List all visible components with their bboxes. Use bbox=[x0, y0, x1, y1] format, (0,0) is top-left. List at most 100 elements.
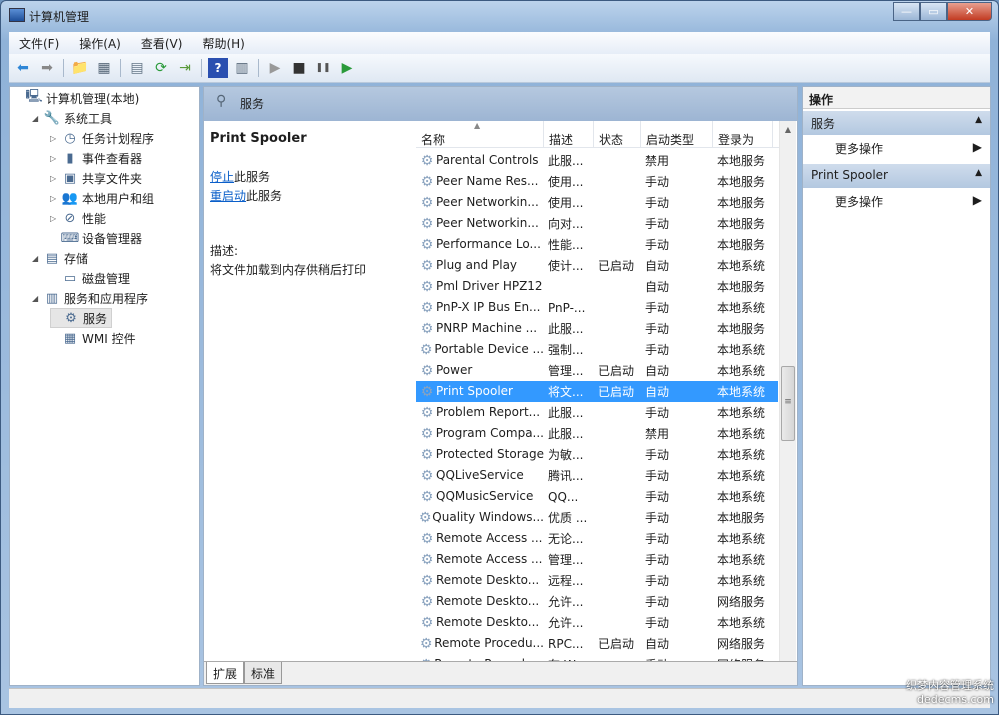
stop-icon[interactable]: ■ bbox=[289, 58, 309, 78]
show-tree-icon[interactable]: ▦ bbox=[94, 58, 114, 78]
service-row[interactable]: ⚙ Parental Controls 此服... 禁用 本地服务 bbox=[416, 150, 778, 171]
collapse-icon[interactable]: ▲ bbox=[975, 168, 982, 184]
service-row[interactable]: ⚙ Remote Access ... 无论... 手动 本地系统 bbox=[416, 528, 778, 549]
scrollbar-thumb[interactable]: ≡ bbox=[781, 366, 795, 441]
action-pane-icon[interactable]: ▥ bbox=[232, 58, 252, 78]
service-row[interactable]: ⚙ PNRP Machine ... 此服... 手动 本地服务 bbox=[416, 318, 778, 339]
service-row[interactable]: ⚙ Protected Storage 为敏... 手动 本地系统 bbox=[416, 444, 778, 465]
more-actions-print-spooler[interactable]: 更多操作 ▶ bbox=[803, 188, 990, 215]
service-row[interactable]: ⚙ Portable Device ... 强制... 手动 本地系统 bbox=[416, 339, 778, 360]
expand-toggle-icon[interactable]: ▷ bbox=[50, 174, 62, 183]
column-name[interactable]: 名称 ▲ bbox=[416, 121, 544, 147]
service-row[interactable]: ⚙ Program Compa... 此服... 禁用 本地系统 bbox=[416, 423, 778, 444]
column-startup-type[interactable]: 启动类型 bbox=[641, 121, 713, 147]
resume-icon[interactable]: ▶ bbox=[337, 58, 357, 78]
expand-toggle-icon[interactable]: ◢ bbox=[32, 254, 44, 263]
service-row[interactable]: ⚙ Peer Name Res... 使用... 手动 本地服务 bbox=[416, 171, 778, 192]
more-actions-services[interactable]: 更多操作 ▶ bbox=[803, 135, 990, 162]
forward-icon[interactable]: ➡ bbox=[37, 58, 57, 78]
tree-item[interactable]: ◢ ▤ 存储 bbox=[32, 248, 88, 268]
service-row[interactable]: ⚙ Power 管理... 已启动 自动 本地系统 bbox=[416, 360, 778, 381]
toolbar-separator bbox=[258, 59, 259, 77]
watermark: 织梦内容管理系统 dedecms.com bbox=[906, 679, 994, 707]
tree-item[interactable]: ▷ ⊘ 性能 bbox=[50, 208, 106, 228]
tree-item[interactable]: ▷ ▣ 共享文件夹 bbox=[50, 168, 142, 188]
service-row[interactable]: ⚙ Remote Deskto... 远程... 手动 本地系统 bbox=[416, 570, 778, 591]
tree-item[interactable]: ▭ 磁盘管理 bbox=[50, 268, 130, 288]
export-icon[interactable]: ⇥ bbox=[175, 58, 195, 78]
collapse-icon[interactable]: ▲ bbox=[975, 115, 982, 131]
service-row[interactable]: ⚙ Peer Networkin... 向对... 手动 本地服务 bbox=[416, 213, 778, 234]
toolbar-separator bbox=[63, 59, 64, 77]
service-row[interactable]: ⚙ QQLiveService 腾讯... 手动 本地系统 bbox=[416, 465, 778, 486]
expand-toggle-icon[interactable]: ▷ bbox=[50, 134, 62, 143]
service-row[interactable]: ⚙ Print Spooler 将文... 已启动 自动 本地系统 bbox=[416, 381, 778, 402]
services-panel: ⚲ 服务 Print Spooler 停止此服务 重启动此服务 描述: 将文件加… bbox=[203, 86, 798, 686]
service-row[interactable]: ⚙ Remote Procedu... RPC... 已启动 自动 网络服务 bbox=[416, 633, 778, 654]
restart-service-link[interactable]: 重启动 bbox=[210, 189, 246, 203]
gear-icon: ⚙ bbox=[65, 310, 77, 326]
column-logon-as[interactable]: 登录为 bbox=[713, 121, 773, 147]
navigation-tree: 🖳 计算机管理(本地) ◢ 🔧 系统工具 ▷ ◷ 任务计划程序 ▷ ▮ 事件查看器 ▷ ▣ 共享文件夹 ▷ 👥… bbox=[9, 86, 200, 686]
tree-item[interactable]: ⚙ 服务 bbox=[50, 308, 113, 328]
tab-standard[interactable]: 标准 bbox=[244, 662, 283, 684]
tree-item[interactable]: ▦ WMI 控件 bbox=[50, 328, 136, 348]
service-row[interactable]: ⚙ Peer Networkin... 使用... 手动 本地服务 bbox=[416, 192, 778, 213]
tree-item[interactable]: ⌨ 设备管理器 bbox=[50, 228, 142, 248]
up-folder-icon[interactable]: 📁 bbox=[70, 58, 90, 78]
pause-icon[interactable]: ❚❚ bbox=[313, 58, 333, 78]
service-row[interactable]: ⚙Remote Procedu...在 W...手动网络服务 bbox=[416, 654, 778, 662]
tree-item[interactable]: 🖳 计算机管理(本地) bbox=[14, 88, 139, 108]
tree-item[interactable]: ▷ 👥 本地用户和组 bbox=[50, 188, 154, 208]
vertical-scrollbar[interactable]: ▲ ≡ bbox=[779, 121, 796, 661]
startup-type-cell: 手动 bbox=[645, 448, 670, 462]
service-row[interactable]: ⚙ Plug and Play 使计... 已启动 自动 本地系统 bbox=[416, 255, 778, 276]
scroll-up-icon[interactable]: ▲ bbox=[780, 121, 796, 138]
actions-section-print-spooler[interactable]: Print Spooler ▲ bbox=[803, 164, 990, 188]
expand-toggle-icon[interactable]: ▷ bbox=[50, 154, 62, 163]
startup-type-cell: 手动 bbox=[645, 616, 670, 630]
menu-action[interactable]: 操作(A) bbox=[69, 35, 131, 52]
gear-icon: ⚙ bbox=[420, 425, 434, 442]
properties-icon[interactable]: ▤ bbox=[127, 58, 147, 78]
service-name: Parental Controls bbox=[436, 152, 539, 167]
tree-item-label: 性能 bbox=[82, 211, 107, 226]
service-row[interactable]: ⚙ Remote Deskto... 允许... 手动 本地系统 bbox=[416, 612, 778, 633]
column-description[interactable]: 描述 bbox=[544, 121, 594, 147]
close-button[interactable]: ✕ bbox=[947, 2, 992, 21]
clock-icon: ◷ bbox=[64, 130, 76, 146]
service-row[interactable]: ⚙ Pml Driver HPZ12 自动 本地服务 bbox=[416, 276, 778, 297]
stop-service-link[interactable]: 停止 bbox=[210, 170, 234, 184]
menu-view[interactable]: 查看(V) bbox=[131, 35, 193, 52]
service-row[interactable]: ⚙ Quality Windows... 优质 ... 手动 本地服务 bbox=[416, 507, 778, 528]
service-row[interactable]: ⚙ Remote Access ... 管理... 手动 本地系统 bbox=[416, 549, 778, 570]
actions-section-services[interactable]: 服务 ▲ bbox=[803, 111, 990, 135]
column-status[interactable]: 状态 bbox=[594, 121, 641, 147]
help-icon[interactable]: ? bbox=[208, 58, 228, 78]
service-row[interactable]: ⚙ PnP-X IP Bus En... PnP-... 手动 本地系统 bbox=[416, 297, 778, 318]
tree-item-label: 设备管理器 bbox=[82, 231, 143, 246]
service-row[interactable]: ⚙ Performance Lo... 性能... 手动 本地服务 bbox=[416, 234, 778, 255]
tree-item[interactable]: ◢ ▥ 服务和应用程序 bbox=[32, 288, 148, 308]
refresh-icon[interactable]: ⟳ bbox=[151, 58, 171, 78]
expand-toggle-icon[interactable]: ◢ bbox=[32, 294, 44, 303]
minimize-button[interactable]: — bbox=[893, 2, 920, 21]
tree-item[interactable]: ▷ ▮ 事件查看器 bbox=[50, 148, 142, 168]
logon-cell: 本地服务 bbox=[717, 280, 766, 294]
tab-extended[interactable]: 扩展 bbox=[206, 662, 245, 684]
gear-icon: ⚙ bbox=[419, 341, 433, 358]
expand-toggle-icon[interactable]: ▷ bbox=[50, 214, 62, 223]
expand-toggle-icon[interactable]: ◢ bbox=[32, 114, 44, 123]
start-icon[interactable]: ▶ bbox=[265, 58, 285, 78]
menu-file[interactable]: 文件(F) bbox=[9, 35, 69, 52]
service-row[interactable]: ⚙ Problem Report... 此服... 手动 本地系统 bbox=[416, 402, 778, 423]
chevron-right-icon: ▶ bbox=[972, 193, 982, 207]
tree-item[interactable]: ◢ 🔧 系统工具 bbox=[32, 108, 112, 128]
tree-item[interactable]: ▷ ◷ 任务计划程序 bbox=[50, 128, 154, 148]
maximize-button[interactable]: ▭ bbox=[920, 2, 947, 21]
menu-help[interactable]: 帮助(H) bbox=[192, 35, 254, 52]
service-row[interactable]: ⚙ Remote Deskto... 允许... 手动 网络服务 bbox=[416, 591, 778, 612]
back-icon[interactable]: ⬅ bbox=[13, 58, 33, 78]
expand-toggle-icon[interactable]: ▷ bbox=[50, 194, 62, 203]
service-row[interactable]: ⚙ QQMusicService QQ... 手动 本地系统 bbox=[416, 486, 778, 507]
